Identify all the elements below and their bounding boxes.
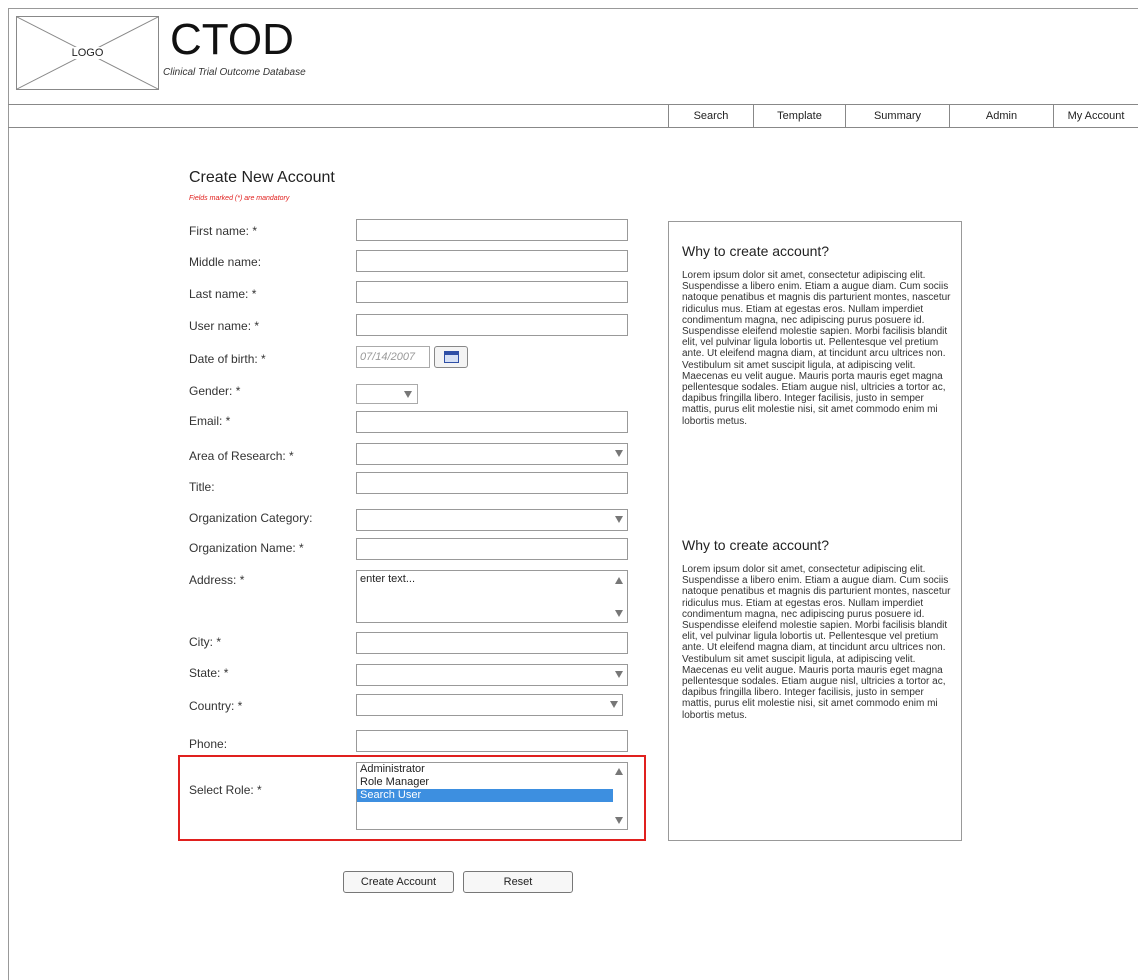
- city-label: City: *: [189, 635, 222, 649]
- phone-field[interactable]: [356, 730, 628, 752]
- mandatory-note: Fields marked (*) are mandatory: [189, 195, 290, 202]
- area-label: Area of Research: *: [189, 449, 294, 463]
- user-name-field[interactable]: [356, 314, 628, 336]
- nav-template[interactable]: Template: [753, 104, 845, 128]
- middle-name-label: Middle name:: [189, 255, 262, 269]
- dob-label: Date of birth: *: [189, 352, 266, 366]
- org-name-label: Organization Name: *: [189, 541, 304, 555]
- info-body-2: Lorem ipsum dolor sit amet, consectetur …: [682, 564, 951, 721]
- calendar-icon: [444, 351, 459, 363]
- middle-name-field[interactable]: [356, 250, 628, 272]
- scroll-up-icon[interactable]: [615, 768, 623, 775]
- scroll-down-icon[interactable]: [615, 817, 623, 824]
- area-select[interactable]: [356, 443, 628, 465]
- first-name-label: First name: *: [189, 224, 258, 238]
- nav-admin[interactable]: Admin: [949, 104, 1053, 128]
- first-name-field[interactable]: [356, 219, 628, 241]
- role-option-administrator[interactable]: Administrator: [357, 763, 627, 776]
- logo-label: LOGO: [67, 47, 108, 59]
- user-name-label: User name: *: [189, 319, 260, 333]
- app-title: CTOD: [170, 15, 294, 64]
- city-field[interactable]: [356, 632, 628, 654]
- address-label: Address: *: [189, 573, 245, 587]
- email-label: Email: *: [189, 414, 231, 428]
- reset-button[interactable]: Reset: [463, 871, 573, 893]
- address-field[interactable]: enter text...: [356, 570, 628, 623]
- chevron-down-icon: [615, 450, 623, 457]
- phone-label: Phone:: [189, 737, 228, 751]
- page-title: Create New Account: [189, 169, 335, 186]
- info-panel: Why to create account? Lorem ipsum dolor…: [668, 221, 962, 841]
- gender-select[interactable]: [356, 384, 418, 404]
- logo-placeholder: LOGO: [16, 16, 159, 90]
- calendar-button[interactable]: [434, 346, 468, 368]
- dob-field[interactable]: 07/14/2007: [356, 346, 430, 368]
- role-label: Select Role: *: [189, 783, 262, 797]
- info-body-1: Lorem ipsum dolor sit amet, consectetur …: [682, 270, 951, 427]
- org-category-select[interactable]: [356, 509, 628, 531]
- info-heading-1: Why to create account?: [682, 243, 830, 259]
- country-label: Country: *: [189, 699, 243, 713]
- chevron-down-icon: [404, 391, 412, 398]
- nav-summary[interactable]: Summary: [845, 104, 949, 128]
- nav-search[interactable]: Search: [668, 104, 753, 128]
- create-account-button[interactable]: Create Account: [343, 871, 454, 893]
- chevron-down-icon: [610, 701, 618, 708]
- last-name-field[interactable]: [356, 281, 628, 303]
- gender-label: Gender: *: [189, 384, 241, 398]
- address-placeholder: enter text...: [360, 573, 416, 585]
- role-option-role-manager[interactable]: Role Manager: [357, 776, 627, 789]
- chevron-down-icon: [615, 671, 623, 678]
- scroll-down-icon[interactable]: [615, 610, 623, 617]
- role-scrollbar[interactable]: [611, 763, 627, 829]
- role-listbox[interactable]: Administrator Role Manager Search User: [356, 762, 628, 830]
- nav-my-account[interactable]: My Account: [1053, 104, 1138, 128]
- email-field[interactable]: [356, 411, 628, 433]
- last-name-label: Last name: *: [189, 287, 257, 301]
- title-field[interactable]: [356, 472, 628, 494]
- chevron-down-icon: [615, 516, 623, 523]
- state-label: State: *: [189, 666, 229, 680]
- app-subtitle: Clinical Trial Outcome Database: [163, 67, 306, 78]
- role-option-search-user[interactable]: Search User: [357, 789, 613, 802]
- address-scrollbar[interactable]: [611, 571, 627, 622]
- scroll-up-icon[interactable]: [615, 577, 623, 584]
- state-select[interactable]: [356, 664, 628, 686]
- title-label: Title:: [189, 480, 215, 494]
- info-heading-2: Why to create account?: [682, 537, 830, 553]
- org-name-field[interactable]: [356, 538, 628, 560]
- country-select[interactable]: [356, 694, 623, 716]
- org-category-label: Organization Category:: [189, 511, 313, 525]
